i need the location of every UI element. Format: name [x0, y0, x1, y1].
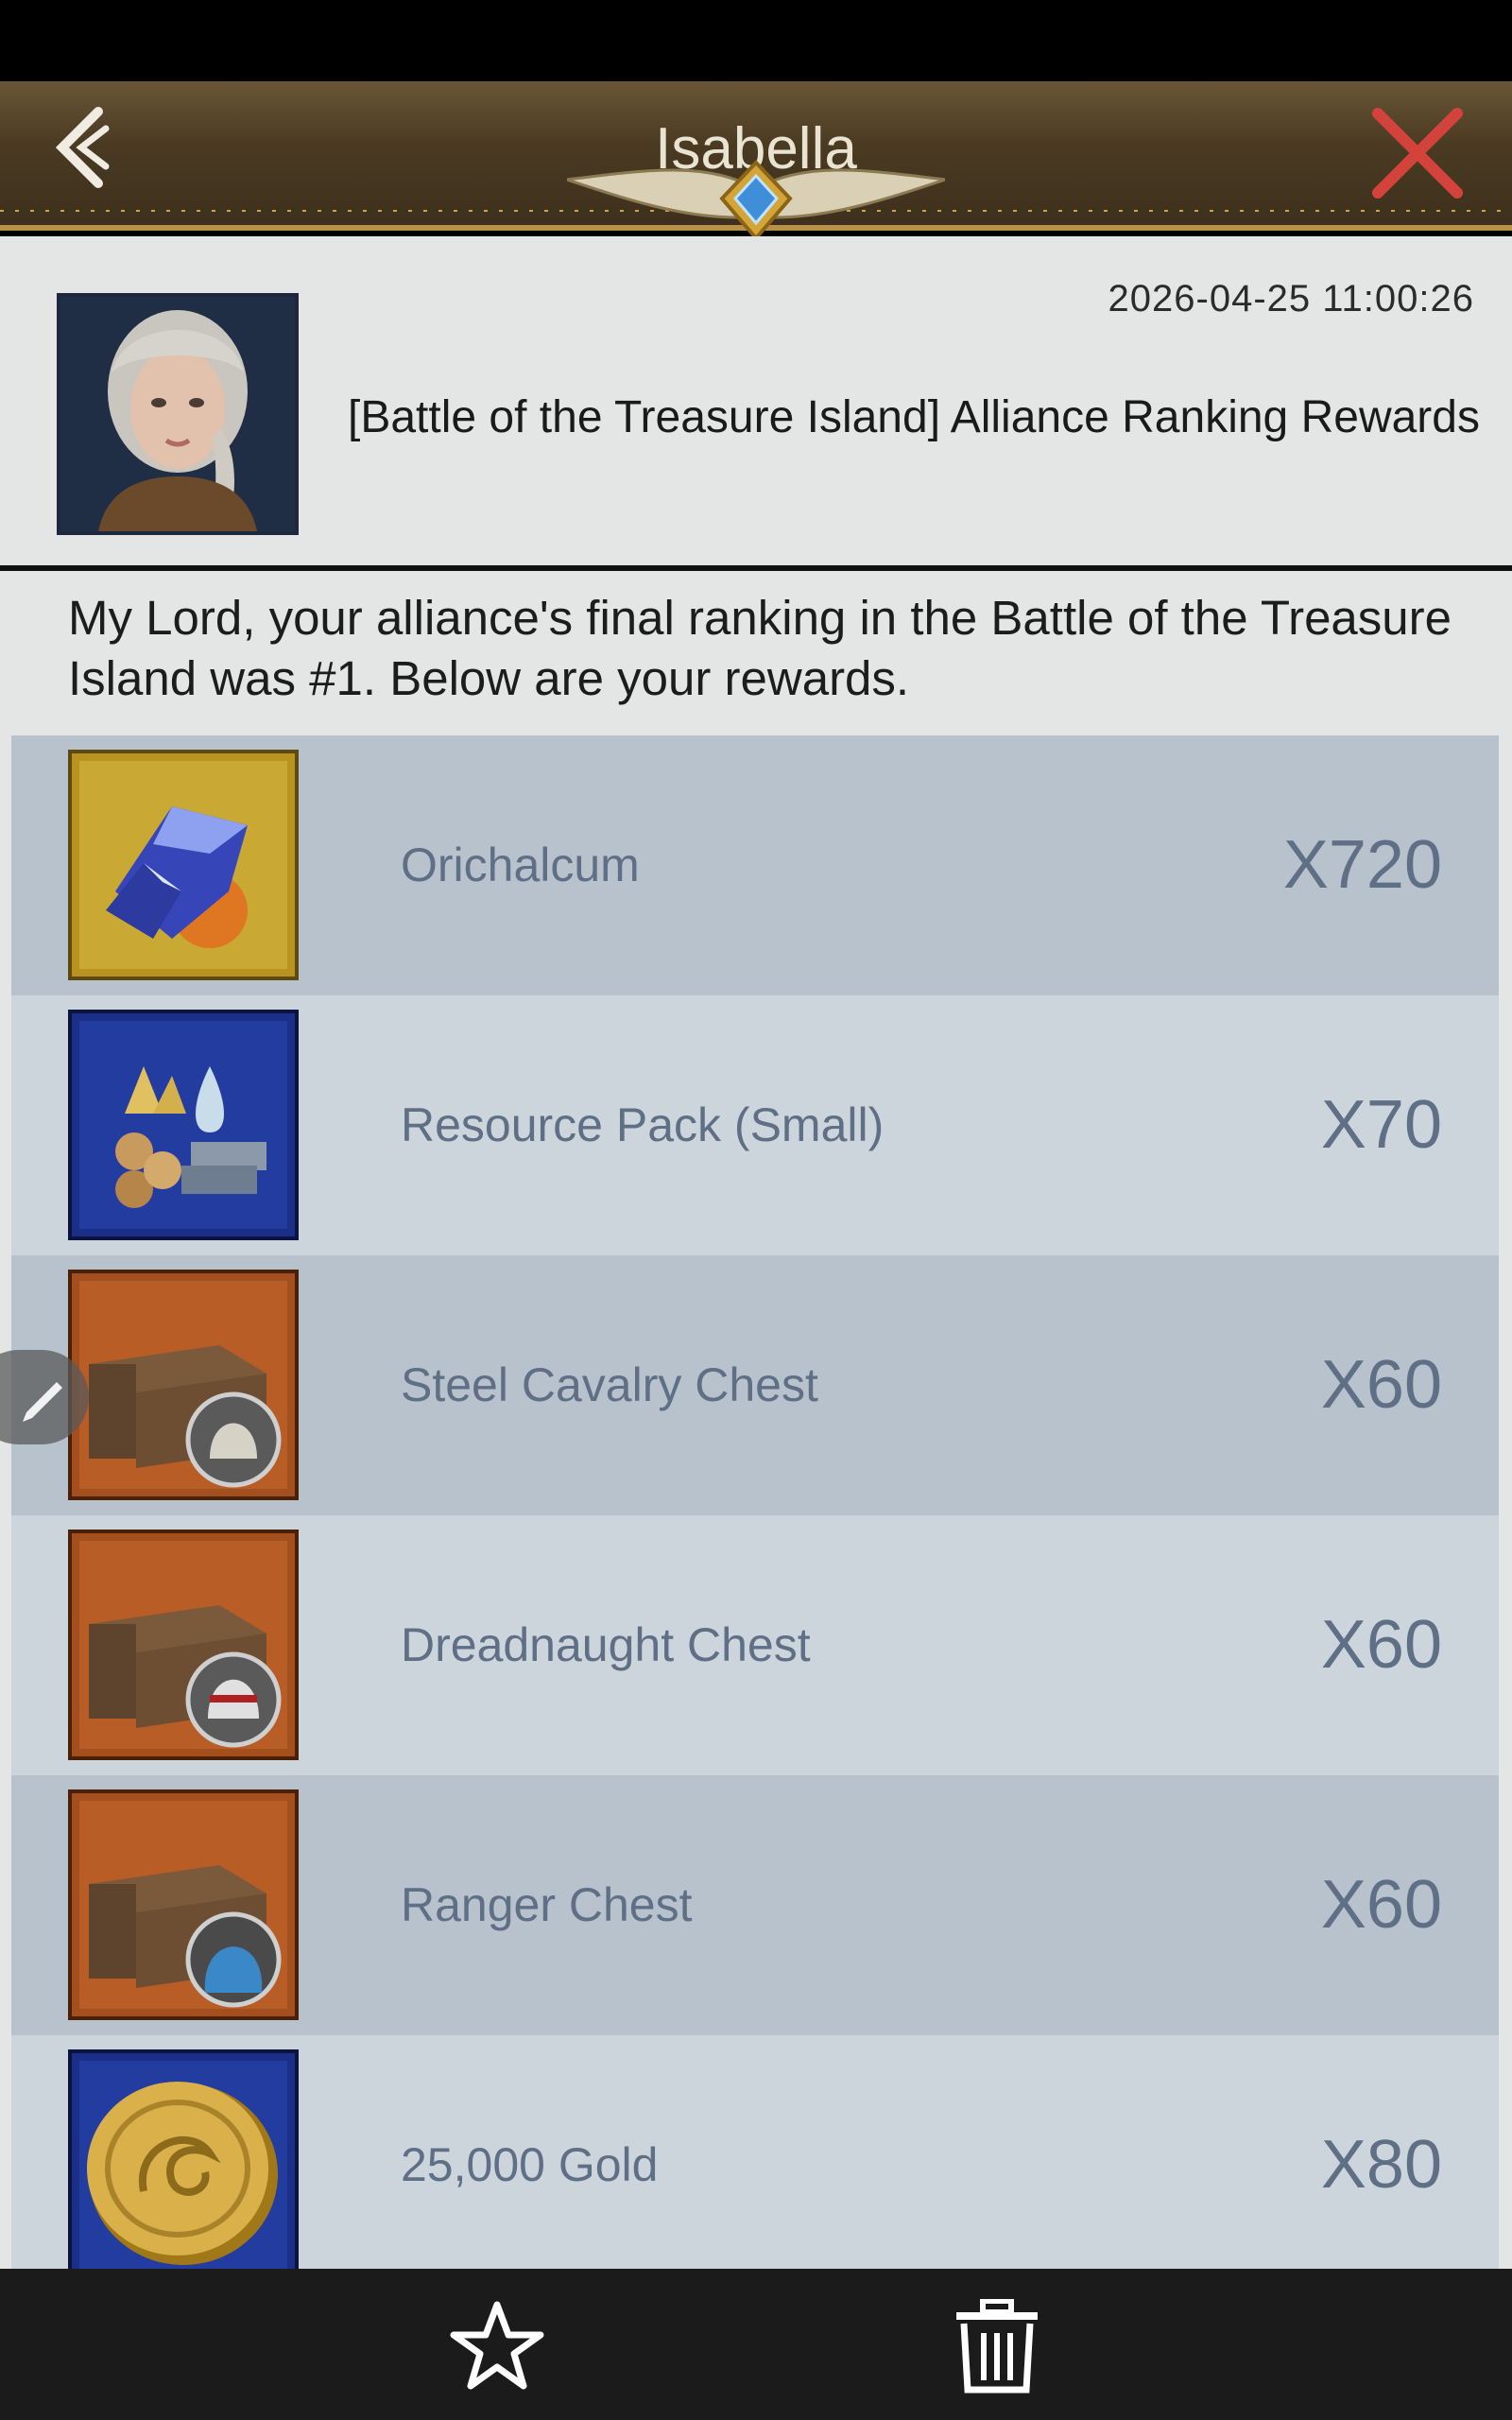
mail-content: 2026-04-25 11:00:26 [Battle of the Treas…	[0, 236, 1512, 2295]
reward-quantity: X720	[1282, 827, 1442, 903]
reward-name: Steel Cavalry Chest	[401, 1358, 818, 1411]
gold-coin-icon[interactable]	[68, 2049, 299, 2280]
avatar	[57, 293, 299, 535]
reward-list: Orichalcum X720 Resource Pack (Small) X7…	[11, 735, 1499, 2295]
orichalcum-icon[interactable]	[68, 750, 299, 980]
reward-row[interactable]: Orichalcum X720	[11, 735, 1499, 995]
reward-name: Orichalcum	[401, 838, 640, 891]
mail-subject: [Battle of the Treasure Island] Alliance…	[348, 392, 1480, 442]
reward-quantity: X80	[1320, 2127, 1442, 2203]
favorite-button[interactable]	[450, 2299, 544, 2394]
close-x-icon	[1372, 108, 1463, 199]
reward-quantity: X60	[1320, 1867, 1442, 1943]
divider	[0, 565, 1512, 571]
resource-pack-icon[interactable]	[68, 1010, 299, 1240]
star-icon	[450, 2301, 544, 2390]
close-button[interactable]	[1368, 104, 1467, 202]
mail-timestamp: 2026-04-25 11:00:26	[1108, 278, 1474, 320]
pencil-icon	[23, 1382, 62, 1422]
trash-icon	[956, 2298, 1038, 2394]
reward-row[interactable]: Ranger Chest X60	[11, 1775, 1499, 2035]
reward-quantity: X60	[1320, 1607, 1442, 1683]
sender-info: 2026-04-25 11:00:26 [Battle of the Treas…	[0, 236, 1512, 567]
reward-name: Resource Pack (Small)	[401, 1098, 885, 1151]
reward-row[interactable]: Dreadnaught Chest X60	[11, 1515, 1499, 1775]
status-bar	[0, 0, 1512, 81]
edit-button[interactable]	[0, 1350, 89, 1444]
reward-quantity: X60	[1320, 1347, 1442, 1423]
reward-row[interactable]: Resource Pack (Small) X70	[11, 995, 1499, 1255]
reward-quantity: X70	[1320, 1087, 1442, 1163]
mail-body: My Lord, your alliance's final ranking i…	[68, 591, 1452, 705]
reward-name: 25,000 Gold	[401, 2138, 659, 2191]
dreadnaught-chest-icon[interactable]	[68, 1530, 299, 1760]
delete-button[interactable]	[954, 2298, 1040, 2394]
reward-row[interactable]: 25,000 Gold X80	[11, 2035, 1499, 2295]
cavalry-chest-icon[interactable]	[68, 1270, 299, 1500]
portrait-image	[60, 297, 295, 531]
ranger-chest-icon[interactable]	[68, 1789, 299, 2020]
bottom-toolbar	[0, 2269, 1512, 2420]
reward-row[interactable]: Steel Cavalry Chest X60	[11, 1255, 1499, 1515]
reward-name: Dreadnaught Chest	[401, 1618, 811, 1671]
reward-name: Ranger Chest	[401, 1878, 693, 1931]
